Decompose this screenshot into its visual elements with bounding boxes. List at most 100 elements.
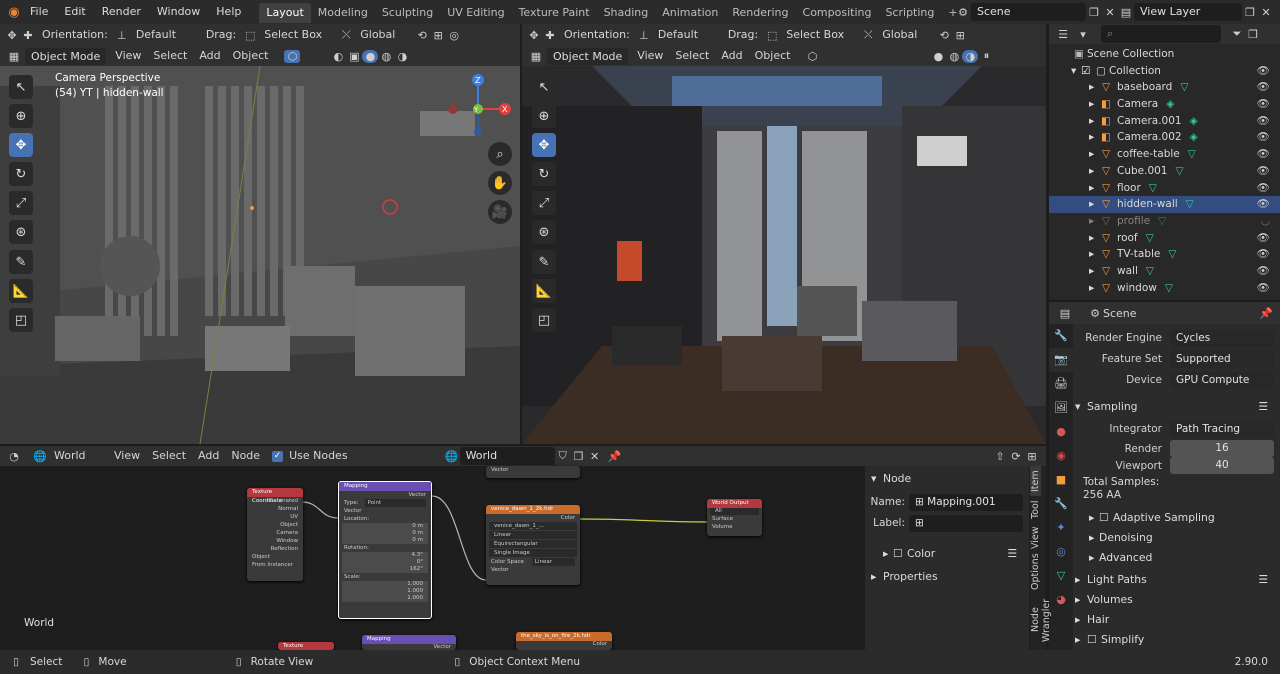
visibility-icon[interactable]: ⬡ [804, 50, 820, 63]
3d-cursor-icon[interactable]: ⊕ [9, 104, 33, 128]
material-tab-icon[interactable]: ◕ [1049, 588, 1073, 612]
tab-shading[interactable]: Shading [597, 3, 656, 23]
environment-texture-node[interactable]: venice_dawn_1_2k.hdr Color venice_dawn_1… [486, 505, 580, 585]
mesh-data-icon[interactable]: ▽ [1149, 180, 1157, 197]
scale-z-field[interactable]: 1.000 [342, 595, 428, 602]
unlink-world-icon[interactable]: ✕ [587, 450, 603, 463]
copy-layer-icon[interactable]: ❐ [1242, 6, 1258, 19]
menu-view[interactable]: View [631, 46, 669, 66]
rotation-z-field[interactable]: 162° [342, 566, 428, 573]
scene-icon[interactable]: ⚙ [955, 6, 971, 19]
blender-logo-icon[interactable]: ◉ [6, 5, 22, 20]
tab-compositing[interactable]: Compositing [796, 3, 879, 23]
pivot-icon[interactable]: ⟲ [936, 29, 952, 42]
pause-render-icon[interactable]: ⏸ [978, 49, 994, 63]
feature-set-dropdown[interactable]: Supported [1170, 350, 1274, 368]
world-datablock-field[interactable]: World [459, 447, 555, 465]
editor-type-icon[interactable]: ▦ [6, 50, 22, 63]
mesh-data-icon[interactable]: ▽ [1158, 213, 1166, 230]
outliner-item[interactable]: ▸ ▽ coffee-table ▽ 👁 [1049, 146, 1280, 163]
socket-uv[interactable]: UV [247, 513, 303, 521]
select-cursor-icon[interactable]: ↖ [9, 75, 33, 99]
world-tab-icon[interactable]: ◉ [1049, 444, 1073, 468]
socket-vector-in[interactable]: Vector [486, 566, 580, 574]
tool-tab-icon[interactable]: 🔧 [1049, 324, 1073, 348]
scale-x-field[interactable]: 1.000 [342, 581, 428, 588]
eye-icon[interactable]: 👁 [1257, 280, 1270, 297]
color-presets-icon[interactable]: ☰ [1007, 547, 1017, 560]
chevron-right-icon[interactable]: ▸ [1089, 196, 1099, 213]
properties-editor-icon[interactable]: ▤ [1057, 307, 1073, 320]
outliner-item[interactable]: ▸ ▽ window ▽ 👁 [1049, 280, 1280, 297]
socket-vector-in[interactable]: Vector [339, 507, 431, 515]
menu-select[interactable]: Select [146, 446, 192, 466]
sidebar-tab-tool[interactable]: Tool [1030, 496, 1041, 524]
solid-shading-icon[interactable]: ● [930, 50, 946, 63]
pin-icon[interactable]: 📌 [1258, 307, 1274, 320]
camera-data-icon[interactable]: ◈ [1190, 129, 1198, 146]
rendered-shading-icon[interactable]: ◑ [394, 50, 410, 63]
device-dropdown[interactable]: GPU Compute [1170, 371, 1274, 389]
parent-tree-icon[interactable]: ⇧ [992, 450, 1008, 463]
chevron-right-icon[interactable]: ▸ [1089, 146, 1099, 163]
menu-node[interactable]: Node [225, 446, 266, 466]
image-datablock-field[interactable]: venice_dawn_1_... [489, 522, 577, 530]
display-mode-icon[interactable]: ▾ [1075, 28, 1091, 41]
eye-icon[interactable]: 👁 [1257, 196, 1270, 213]
snap-mode-icon[interactable]: ⊞ [1024, 450, 1040, 463]
pivot-icon[interactable]: ⟲ [414, 29, 430, 42]
checkbox-icon[interactable]: ☑ [1081, 63, 1093, 80]
snap-icon[interactable]: ⊞ [430, 29, 446, 42]
denoising-header[interactable]: ▸ Denoising [1075, 527, 1280, 547]
fake-user-shield-icon[interactable]: ⛉ [555, 449, 571, 463]
pan-hand-icon[interactable]: ✋ [488, 171, 512, 195]
location-x-field[interactable]: 0 m [342, 523, 428, 530]
object-tab-icon[interactable]: ■ [1049, 468, 1073, 492]
color-space-dropdown[interactable]: Linear [531, 558, 575, 566]
eye-icon[interactable]: 👁 [1257, 230, 1270, 247]
rotate-tool-icon[interactable]: ↻ [9, 162, 33, 186]
pin-icon[interactable]: 📌 [607, 450, 623, 463]
outliner-item[interactable]: ▸ ▽ roof ▽ 👁 [1049, 230, 1280, 247]
transform-orientation-dropdown[interactable]: Global [876, 25, 936, 45]
menu-select[interactable]: Select [669, 46, 715, 66]
mesh-data-icon[interactable]: ▽ [1146, 230, 1154, 247]
navigation-gizmo[interactable]: Z X Y [445, 72, 515, 142]
chevron-right-icon[interactable]: ▸ [1089, 230, 1099, 247]
visibility-icon[interactable]: ⬡ [284, 49, 301, 63]
socket-reflection[interactable]: Reflection [247, 545, 303, 553]
location-z-field[interactable]: 0 m [342, 537, 428, 544]
editor-type-icon[interactable]: ▦ [528, 50, 544, 63]
viewport-samples-field[interactable]: 40 [1170, 457, 1274, 474]
chevron-right-icon[interactable]: ▸ [1089, 113, 1099, 130]
mesh-data-icon[interactable]: ▽ [1188, 146, 1196, 163]
xray-icon[interactable]: ▣ [346, 50, 362, 63]
socket-color-out[interactable]: Color [486, 514, 580, 522]
light-paths-header[interactable]: ▸ Light Paths ☰ [1075, 569, 1280, 589]
chevron-right-icon[interactable]: ▸ [1089, 263, 1099, 280]
texture-coordinate-node[interactable]: Texture Coordinate Generated Normal UV O… [247, 488, 303, 581]
3d-cursor-icon[interactable]: ⊕ [532, 104, 556, 128]
type-dropdown[interactable]: Point [364, 499, 426, 507]
overlay-icon[interactable]: ◐ [330, 50, 346, 63]
render-engine-dropdown[interactable]: Cycles [1170, 329, 1274, 347]
simplify-header[interactable]: ▸ ☐ Simplify [1075, 629, 1280, 649]
move-tool-icon[interactable]: ✥ [532, 133, 556, 157]
object-field[interactable]: Object [247, 553, 303, 561]
outliner-item[interactable]: ▸ ◧ Camera.001 ◈ 👁 [1049, 113, 1280, 130]
use-nodes-checkbox[interactable]: ✓ [272, 450, 284, 462]
collection-row[interactable]: ▾ ☑ ▢ Collection 👁 [1049, 63, 1280, 80]
volumes-header[interactable]: ▸ Volumes [1075, 589, 1280, 609]
tab-scripting[interactable]: Scripting [878, 3, 941, 23]
transform-icon[interactable]: ✥ [4, 29, 20, 42]
chevron-right-icon[interactable]: ▸ [1089, 213, 1099, 230]
outliner-item[interactable]: ▸ ▽ floor ▽ 👁 [1049, 180, 1280, 197]
rotation-x-field[interactable]: 4.3° [342, 552, 428, 559]
adaptive-sampling-header[interactable]: ▸ ☐ Adaptive Sampling [1075, 507, 1280, 527]
measure-tool-icon[interactable]: 📐 [9, 279, 33, 303]
menu-help[interactable]: Help [208, 0, 249, 24]
chevron-right-icon[interactable]: ▸ [1089, 280, 1099, 297]
tab-texture-paint[interactable]: Texture Paint [512, 3, 597, 23]
annotate-tool-icon[interactable]: ✎ [9, 250, 33, 274]
chevron-right-icon[interactable]: ▸ [1089, 246, 1099, 263]
